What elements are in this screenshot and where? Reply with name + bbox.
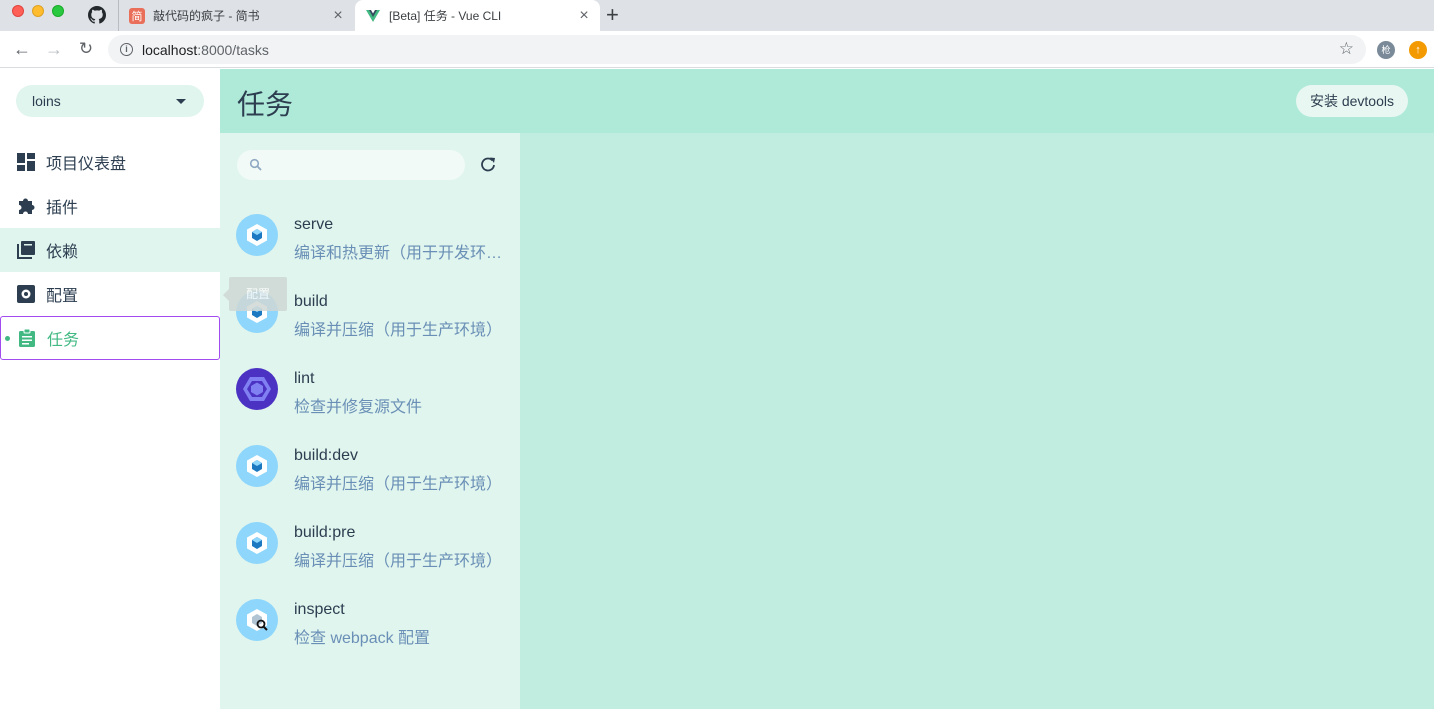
forward-icon[interactable]: → [44, 39, 64, 59]
url-path: :8000/tasks [197, 42, 269, 58]
sidebar-item-dependencies[interactable]: 依赖 [0, 228, 220, 272]
close-tab-icon[interactable]: × [328, 7, 348, 25]
puzzle-icon [16, 196, 36, 216]
address-bar[interactable]: i localhost:8000/tasks ☆ [108, 35, 1366, 64]
browser-tab-vue-cli[interactable]: [Beta] 任务 - Vue CLI × [355, 0, 600, 31]
webpack-icon [236, 214, 278, 256]
task-item-build-pre[interactable]: build:pre 编译并压缩（用于生产环境） [220, 519, 520, 596]
new-tab-button[interactable]: + [606, 3, 619, 27]
task-description: 检查 webpack 配置 [294, 630, 431, 647]
info-icon[interactable]: i [120, 43, 133, 56]
task-name: build:pre [294, 524, 356, 541]
sidebar-item-label: 依赖 [46, 244, 79, 261]
refresh-icon[interactable] [480, 156, 496, 172]
tab-title: [Beta] 任务 - Vue CLI [389, 9, 502, 23]
page-title: 任务 [237, 89, 294, 120]
sidebar-item-configuration[interactable]: 配置 [0, 272, 220, 316]
sidebar-nav: 项目仪表盘 插件 依赖 配置 任务 [0, 140, 220, 360]
install-devtools-button[interactable]: 安装 devtools [1295, 85, 1408, 117]
url-host: localhost [142, 42, 198, 58]
sidebar-item-label: 配置 [46, 288, 79, 305]
task-name: serve [294, 216, 334, 233]
task-search-input[interactable] [237, 150, 465, 180]
task-description: 编译并压缩（用于生产环境） [294, 476, 503, 493]
task-item-build-dev[interactable]: build:dev 编译并压缩（用于生产环境） [220, 442, 520, 519]
sidebar-item-plugins[interactable]: 插件 [0, 184, 220, 228]
search-icon [249, 158, 262, 171]
browser-tab-jianshu[interactable]: 简 敲代码的疯子 - 简书 × [118, 0, 354, 31]
task-name: lint [294, 370, 315, 387]
project-name: loins [32, 93, 61, 109]
active-indicator [5, 336, 10, 341]
page-header: 任务 安装 devtools [220, 69, 1434, 133]
profile-avatar[interactable]: 枪 [1377, 41, 1395, 59]
task-item-inspect[interactable]: inspect 检查 webpack 配置 [220, 596, 520, 673]
sidebar-item-dashboard[interactable]: 项目仪表盘 [0, 140, 220, 184]
sidebar-item-label: 任务 [47, 332, 80, 349]
minimize-window-button[interactable] [32, 5, 44, 17]
tooltip: 配置 [223, 277, 287, 311]
maximize-window-button[interactable] [52, 5, 64, 17]
library-icon [16, 240, 36, 260]
back-icon[interactable]: ← [12, 39, 32, 59]
reload-icon[interactable]: ↻ [76, 39, 96, 59]
url-text: localhost:8000/tasks [142, 42, 269, 58]
bookmark-star-icon[interactable]: ☆ [1339, 39, 1354, 59]
task-name: build:dev [294, 447, 359, 464]
task-detail-area [520, 133, 1434, 709]
close-tab-icon[interactable]: × [574, 7, 594, 25]
close-window-button[interactable] [12, 5, 24, 17]
task-description: 检查并修复源文件 [294, 399, 423, 416]
update-extension-icon[interactable]: ↑ [1409, 41, 1427, 59]
vue-icon [365, 8, 381, 24]
task-name: inspect [294, 601, 345, 618]
inspect-icon [236, 599, 278, 641]
task-description: 编译并压缩（用于生产环境） [294, 553, 503, 570]
task-item-lint[interactable]: lint 检查并修复源文件 [220, 365, 520, 442]
task-description: 编译并压缩（用于生产环境） [294, 322, 503, 339]
settings-icon [16, 284, 36, 304]
vue-cli-app: loins 项目仪表盘 插件 依赖 配置 任务 任务 安装 devtools s… [0, 69, 1434, 709]
sidebar-item-label: 插件 [46, 200, 79, 217]
tab-title: 敲代码的疯子 - 简书 [153, 9, 260, 23]
project-select[interactable]: loins [16, 85, 204, 117]
chevron-down-icon [176, 99, 186, 104]
dashboard-icon [16, 152, 36, 172]
github-icon[interactable] [88, 6, 106, 24]
sidebar: loins 项目仪表盘 插件 依赖 配置 任务 [0, 69, 220, 709]
task-name: build [294, 293, 328, 310]
webpack-icon [236, 445, 278, 487]
webpack-icon [236, 522, 278, 564]
eslint-icon [236, 368, 278, 410]
sidebar-item-label: 项目仪表盘 [46, 156, 127, 173]
sidebar-item-tasks[interactable]: 任务 [0, 316, 220, 360]
task-description: 编译和热更新（用于开发环境） [294, 245, 506, 262]
browser-tab-bar: 简 敲代码的疯子 - 简书 × [Beta] 任务 - Vue CLI × + [0, 0, 1434, 31]
jianshu-icon: 简 [129, 7, 145, 24]
browser-toolbar: ← → ↻ i localhost:8000/tasks ☆ [0, 31, 1434, 68]
task-list-panel: serve 编译和热更新（用于开发环境） build 编译并压缩（用于生产环境）… [220, 133, 520, 709]
clipboard-icon [17, 328, 37, 348]
